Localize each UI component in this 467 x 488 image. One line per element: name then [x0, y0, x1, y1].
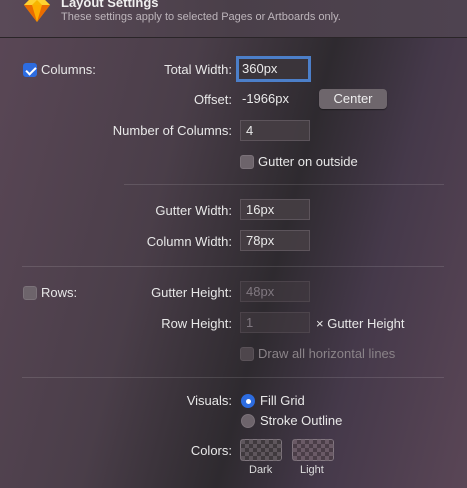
gutter-width-input[interactable]: 16px [240, 199, 310, 220]
divider [124, 184, 444, 185]
divider [22, 377, 444, 378]
sketch-diamond-icon [24, 0, 50, 22]
draw-horizontal-lines-checkbox[interactable] [240, 347, 254, 361]
dark-color-swatch[interactable] [240, 439, 282, 461]
row-height-input[interactable]: 1 [240, 312, 310, 333]
stroke-outline-radio[interactable] [241, 414, 255, 428]
columns-checkbox[interactable] [23, 63, 37, 77]
gutter-on-outside-label: Gutter on outside [258, 154, 358, 169]
row-height-label: Row Height: [161, 316, 232, 331]
columns-label: Columns: [41, 62, 96, 77]
offset-label: Offset: [193, 92, 232, 107]
divider [22, 266, 444, 267]
draw-horizontal-lines-label: Draw all horizontal lines [258, 346, 396, 361]
dialog-title: Layout Settings [61, 0, 159, 10]
number-of-columns-input[interactable]: 4 [240, 120, 310, 141]
gutter-height-input[interactable]: 48px [240, 281, 310, 302]
light-swatch-label: Light [300, 464, 324, 476]
total-width-input[interactable]: 360px [236, 56, 311, 82]
light-color-swatch[interactable] [292, 439, 334, 461]
gutter-width-label: Gutter Width: [155, 203, 232, 218]
fill-grid-label: Fill Grid [260, 393, 305, 408]
stroke-outline-label: Stroke Outline [260, 413, 343, 428]
rows-checkbox[interactable] [23, 286, 37, 300]
colors-label: Colors: [190, 443, 232, 458]
column-width-label: Column Width: [146, 234, 232, 249]
fill-grid-radio[interactable] [241, 394, 255, 408]
total-width-label: Total Width: [164, 62, 232, 77]
gutter-on-outside-checkbox[interactable] [240, 155, 254, 169]
center-button[interactable]: Center [319, 89, 387, 109]
rows-label: Rows: [41, 285, 78, 300]
gutter-height-label: Gutter Height: [151, 285, 232, 300]
number-of-columns-label: Number of Columns: [112, 123, 232, 138]
offset-input[interactable]: -1966px [240, 89, 310, 110]
row-height-suffix: × Gutter Height [316, 316, 405, 331]
dialog-subtitle: These settings apply to selected Pages o… [61, 11, 341, 23]
visuals-label: Visuals: [186, 393, 232, 408]
dark-swatch-label: Dark [249, 464, 273, 476]
column-width-input[interactable]: 78px [240, 230, 310, 251]
